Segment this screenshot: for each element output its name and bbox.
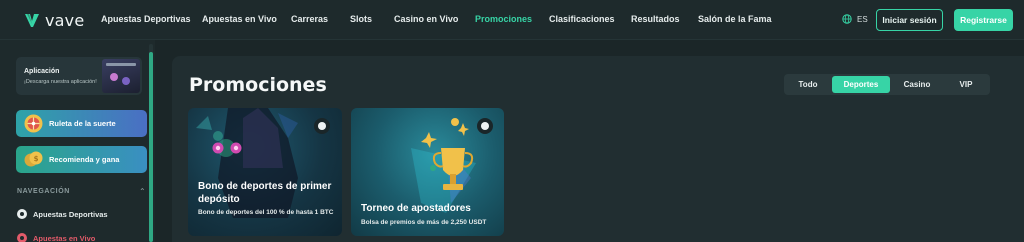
app-card-title: Aplicación (24, 68, 60, 75)
navigation-section-heading: NAVEGACIÓN (17, 188, 70, 195)
sidebar-item-label: Apuestas en Vivo (33, 233, 96, 242)
page-title: Promociones (189, 74, 327, 96)
language-selector[interactable]: ES (842, 14, 868, 24)
promo-card-bettors-tournament[interactable]: Torneo de apostadores Bolsa de premios d… (351, 108, 504, 236)
vave-logo-icon (25, 14, 39, 27)
lucky-wheel-button[interactable]: Ruleta de la suerte (16, 110, 147, 137)
globe-icon (842, 14, 852, 24)
nav-item-casino-en-vivo[interactable]: Casino en Vivo (394, 14, 458, 24)
tab-deportes[interactable]: Deportes (832, 76, 890, 93)
brand-logo[interactable]: vave (24, 10, 85, 30)
sidebar-item-apuestas-deportivas[interactable]: Apuestas Deportivas (17, 209, 108, 219)
sidebar-item-label: Apuestas Deportivas (33, 209, 108, 219)
promo-card-title: Bono de deportes de primer depósito (198, 181, 332, 205)
soccer-ball-icon (314, 118, 330, 134)
promo-card-first-deposit-bonus[interactable]: Bono de deportes de primer depósito Bono… (188, 108, 342, 236)
nav-item-clasificaciones[interactable]: Clasificaciones (549, 14, 615, 24)
language-code: ES (857, 14, 868, 24)
soccer-ball-icon (477, 118, 493, 134)
nav-item-apuestas-en-vivo[interactable]: Apuestas en Vivo (202, 14, 277, 24)
login-button[interactable]: Iniciar sesión (876, 9, 943, 31)
nav-item-carreras[interactable]: Carreras (291, 14, 328, 24)
tab-vip[interactable]: VIP (944, 76, 988, 93)
nav-item-apuestas-deportivas[interactable]: Apuestas Deportivas (101, 14, 191, 24)
tab-casino[interactable]: Casino (892, 76, 942, 93)
tab-todo[interactable]: Todo (786, 76, 830, 93)
app-card-subtitle: ¡Descarga nuestra aplicación! (24, 79, 97, 85)
app-download-card[interactable]: Aplicación ¡Descarga nuestra aplicación! (16, 57, 142, 95)
svg-text:$: $ (34, 155, 39, 163)
nav-item-promociones[interactable]: Promociones (475, 14, 532, 24)
promo-card-description: Bolsa de premios de más de 2,250 USDT (361, 219, 487, 226)
promotion-filter-tabs: Todo Deportes Casino VIP (784, 74, 990, 95)
brand-name: vave (45, 10, 85, 30)
nav-item-resultados[interactable]: Resultados (631, 14, 680, 24)
lucky-wheel-label: Ruleta de la suerte (49, 119, 116, 128)
phone-app-preview-image (102, 59, 140, 93)
live-icon (17, 233, 27, 242)
sidebar-scrollbar-thumb[interactable] (149, 52, 153, 242)
nav-item-salon-de-la-fama[interactable]: Salón de la Fama (698, 14, 772, 24)
refer-and-earn-button[interactable]: $ Recomienda y gana (16, 146, 147, 173)
nav-item-slots[interactable]: Slots (350, 14, 372, 24)
promo-card-description: Bono de deportes del 100 % de hasta 1 BT… (198, 209, 334, 216)
coins-icon: $ (24, 151, 43, 167)
register-button[interactable]: Registrarse (954, 9, 1013, 31)
chevron-up-icon[interactable]: ⌃ (139, 187, 146, 196)
sidebar-item-apuestas-en-vivo[interactable]: Apuestas en Vivo (17, 233, 95, 242)
refer-and-earn-label: Recomienda y gana (49, 155, 120, 164)
promo-card-title: Torneo de apostadores (361, 203, 471, 214)
top-navigation-bar: vave Apuestas Deportivas Apuestas en Viv… (0, 0, 1024, 40)
wheel-icon (24, 114, 43, 133)
soccer-ball-icon (17, 209, 27, 219)
